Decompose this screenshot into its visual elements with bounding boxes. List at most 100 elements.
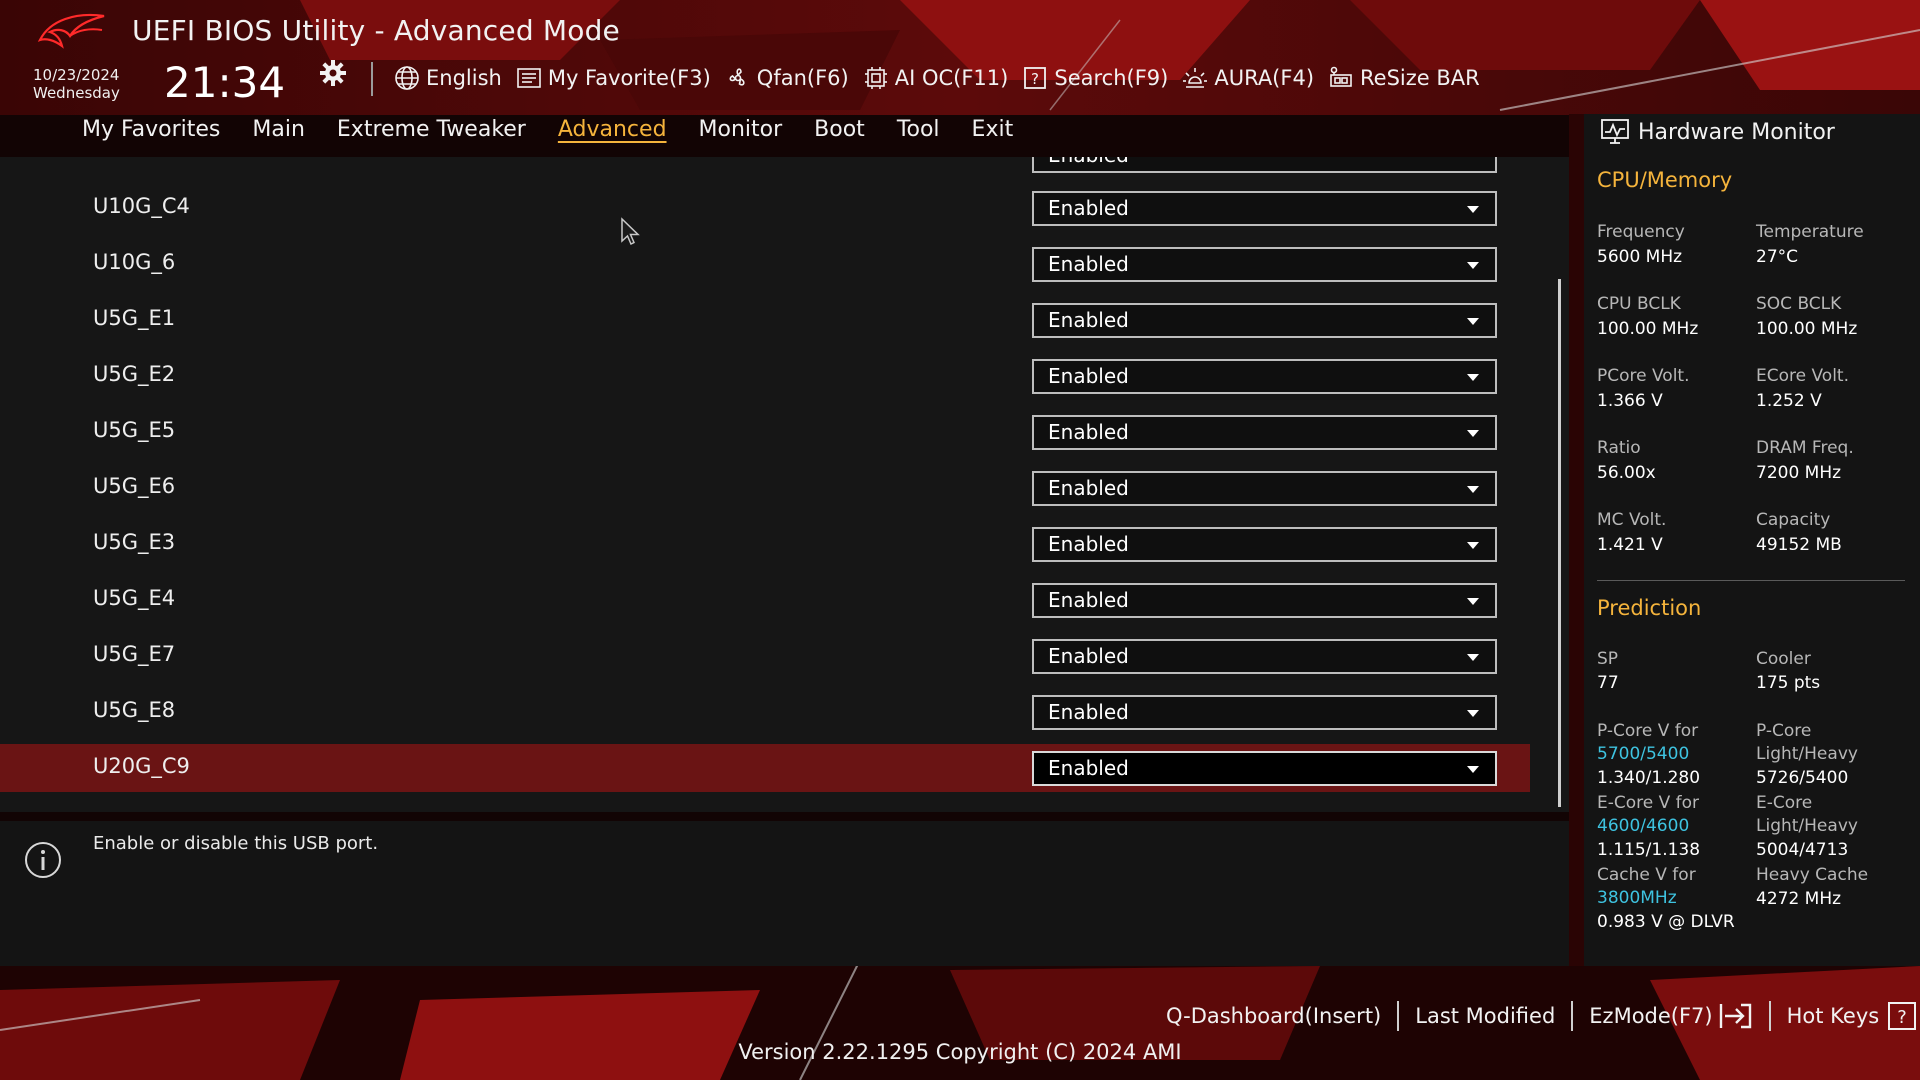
settings-row-u5g-e5[interactable]: U5G_E5 Enabled [0,408,1530,456]
pred-cache-v: Cache V for 3800MHz 0.983 V @ DLVR [1597,864,1757,935]
hw-pcore-volt: PCore Volt. 1.366 V [1597,364,1757,414]
language-button[interactable]: English [394,65,502,91]
last-modified-label: Last Modified [1415,1004,1556,1028]
tab-my-favorites[interactable]: My Favorites [60,114,230,150]
dropdown-arrow-icon [1467,206,1479,213]
ezmode-label: EzMode(F7) [1589,1004,1713,1028]
setting-dropdown[interactable]: Enabled [1032,415,1497,450]
dropdown-value: Enabled [1048,700,1129,724]
hw-capacity: Capacity 49152 MB [1756,508,1916,558]
dropdown-arrow-icon [1467,654,1479,661]
search-button[interactable]: ? Search(F9) [1022,65,1168,91]
settings-row-u20g-c9[interactable]: U20G_C9 Enabled [0,744,1530,792]
time-display[interactable]: 21:34 [164,58,285,107]
gear-icon[interactable] [318,58,348,88]
pred-highlight: 3800MHz [1597,888,1677,908]
tab-extreme-tweaker[interactable]: Extreme Tweaker [315,114,536,150]
settings-row-u5g-e7[interactable]: U5G_E7 Enabled [0,632,1530,680]
pred-pcore-light-heavy: P-Core Light/Heavy 5726/5400 [1756,720,1916,791]
setting-dropdown[interactable]: Enabled [1032,191,1497,226]
setting-label: U20G_C9 [93,754,190,778]
hw-label: Temperature [1756,222,1864,242]
setting-dropdown[interactable]: Enabled [1032,303,1497,338]
pred-value: 4272 MHz [1756,889,1842,909]
hw-value: 1.421 V [1597,535,1663,555]
aura-button[interactable]: AURA(F4) [1182,65,1314,91]
setting-dropdown[interactable]: Enabled [1032,695,1497,730]
setting-label: U10G_6 [93,250,176,274]
prediction-section-title: Prediction [1597,596,1702,620]
settings-panel: Enabled U10G_C4 Enabled U10G_6 Enabled U… [0,157,1569,812]
weekday-text: Wednesday [33,84,120,102]
search-label: Search(F9) [1054,66,1169,90]
setting-dropdown[interactable]: Enabled [1032,751,1497,786]
tab-monitor[interactable]: Monitor [677,114,793,150]
mouse-cursor-icon [621,217,640,246]
setting-label: U5G_E5 [93,418,176,442]
dropdown-arrow-icon [1467,766,1479,773]
settings-row-u5g-e8[interactable]: U5G_E8 Enabled [0,688,1530,736]
pred-pcore-v: P-Core V for 5700/5400 1.340/1.280 [1597,720,1757,791]
menu-tabs: My Favorites Main Extreme Tweaker Advanc… [60,114,1023,150]
hw-frequency: Frequency 5600 MHz [1597,220,1757,270]
dropdown-value: Enabled [1048,532,1129,556]
dropdown-arrow-icon [1467,430,1479,437]
aura-icon [1183,68,1208,88]
aura-label: AURA(F4) [1214,66,1315,90]
pred-value: 5004/4713 [1756,840,1849,860]
setting-dropdown[interactable]: Enabled [1032,247,1497,282]
settings-row-partial[interactable]: Enabled [0,157,1530,179]
hw-value: 7200 MHz [1756,463,1842,483]
settings-row-u5g-e6[interactable]: U5G_E6 Enabled [0,464,1530,512]
resize-bar-button[interactable]: ReSize BAR [1328,65,1480,91]
pred-value: 175 pts [1756,673,1821,693]
q-dashboard-label: Q-Dashboard(Insert) [1166,1004,1382,1028]
settings-row-u10g-6[interactable]: U10G_6 Enabled [0,240,1530,288]
tab-boot[interactable]: Boot [792,114,875,150]
settings-row-u5g-e4[interactable]: U5G_E4 Enabled [0,576,1530,624]
last-modified-button[interactable]: Last Modified [1399,1004,1571,1028]
settings-row-u10g-c4[interactable]: U10G_C4 Enabled [0,184,1530,232]
tab-advanced[interactable]: Advanced [536,114,677,150]
dropdown-arrow-icon [1467,486,1479,493]
tab-exit[interactable]: Exit [950,114,1024,150]
dropdown-value: Enabled [1048,157,1129,167]
hot-keys-button[interactable]: Hot Keys ? [1771,1002,1920,1030]
pred-label: Cooler [1756,649,1811,669]
setting-label: U5G_E3 [93,530,176,554]
scrollbar[interactable] [1558,279,1561,807]
dropdown-arrow-icon [1467,710,1479,717]
hw-label: Ratio [1597,438,1641,458]
settings-row-u5g-e2[interactable]: U5G_E2 Enabled [0,352,1530,400]
tab-tool[interactable]: Tool [875,114,950,150]
pred-label: Heavy Cache [1756,865,1869,885]
exit-arrow-icon [1719,1003,1751,1029]
my-favorite-button[interactable]: My Favorite(F3) [516,65,711,91]
setting-dropdown[interactable]: Enabled [1032,471,1497,506]
hw-ratio: Ratio 56.00x [1597,436,1757,486]
tab-main[interactable]: Main [230,114,315,150]
hw-value: 1.252 V [1756,391,1822,411]
qfan-label: Qfan(F6) [756,66,849,90]
pred-value: 0.983 V @ DLVR [1597,912,1735,932]
ezmode-button[interactable]: EzMode(F7) [1573,1002,1768,1030]
setting-dropdown[interactable]: Enabled [1032,639,1497,674]
language-label: English [426,66,502,90]
hw-label: ECore Volt. [1756,366,1849,386]
setting-dropdown[interactable]: Enabled [1032,359,1497,394]
setting-dropdown[interactable]: Enabled [1032,157,1497,173]
setting-dropdown[interactable]: Enabled [1032,527,1497,562]
ai-oc-label: AI OC(F11) [894,66,1009,90]
hw-label: CPU BCLK [1597,294,1681,314]
hw-label: DRAM Freq. [1756,438,1854,458]
header-separator [371,62,373,96]
pred-value: 1.115/1.138 [1597,840,1701,860]
settings-row-u5g-e3[interactable]: U5G_E3 Enabled [0,520,1530,568]
ai-oc-button[interactable]: AI OC(F11) [863,65,1009,91]
setting-dropdown[interactable]: Enabled [1032,583,1497,618]
qfan-button[interactable]: Qfan(F6) [725,65,849,91]
hw-ecore-volt: ECore Volt. 1.252 V [1756,364,1916,414]
settings-row-u5g-e1[interactable]: U5G_E1 Enabled [0,296,1530,344]
q-dashboard-button[interactable]: Q-Dashboard(Insert) [1150,1004,1397,1028]
hw-value: 100.00 MHz [1597,319,1699,339]
